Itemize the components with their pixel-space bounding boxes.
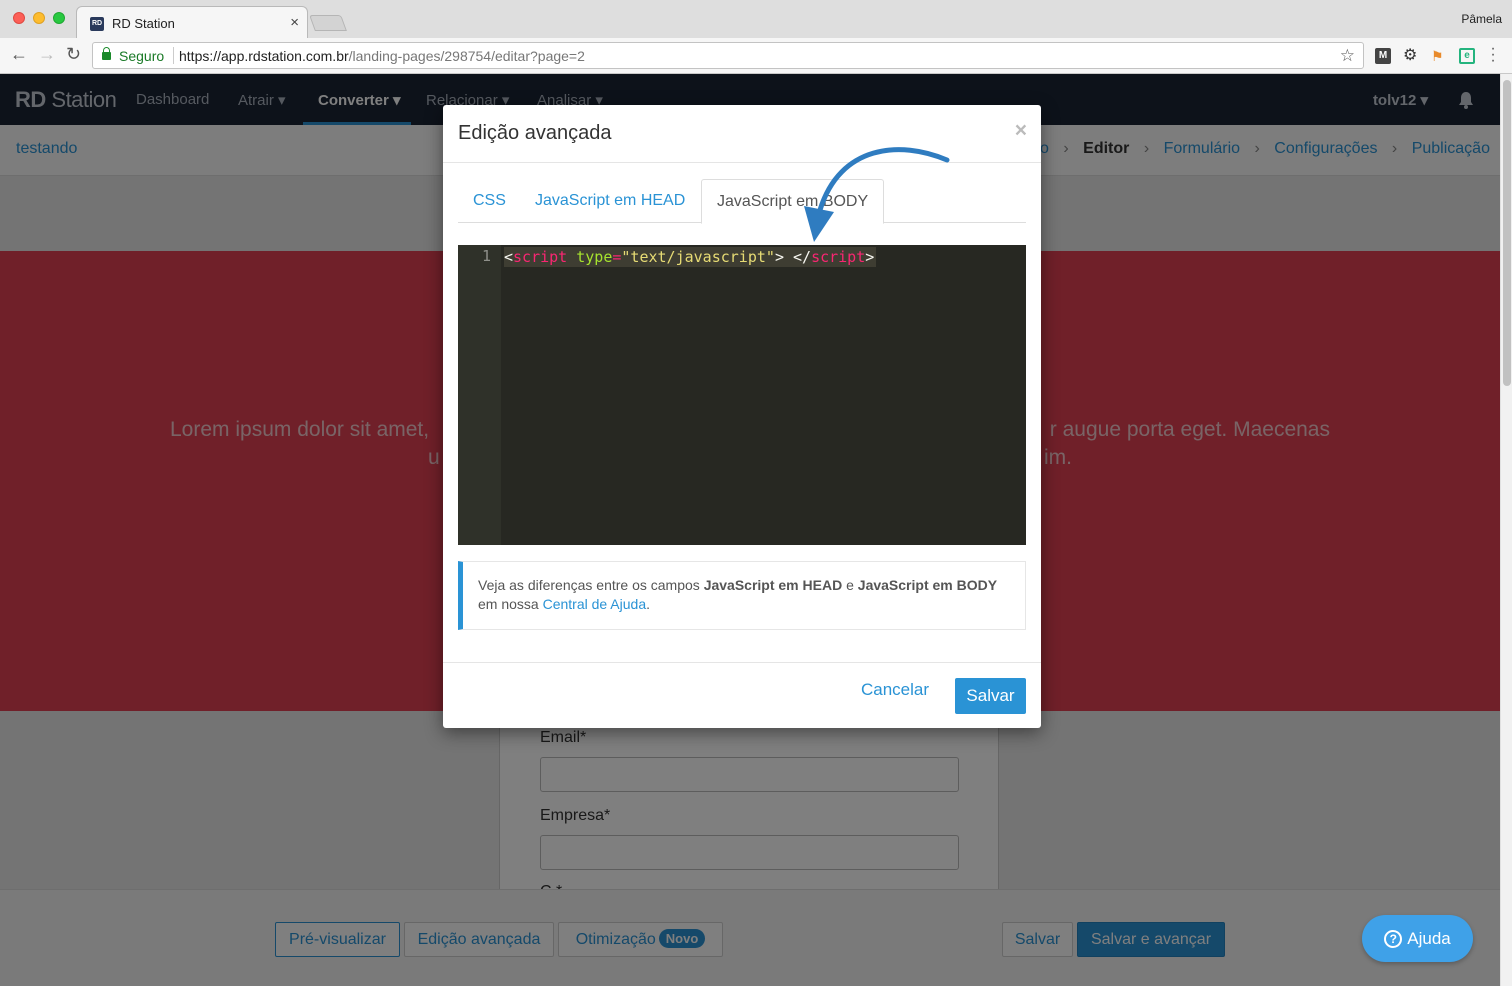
address-bar[interactable]: Seguro https://app.rdstation.com.br/land… <box>92 42 1364 69</box>
code-line[interactable]: <script type="text/javascript"> </script… <box>504 247 877 267</box>
modal-tabs: CSS JavaScript em HEAD JavaScript em BOD… <box>458 179 1026 224</box>
secure-label: Seguro <box>119 48 165 64</box>
close-icon[interactable]: × <box>1015 119 1027 143</box>
line-number: 1 <box>481 247 491 265</box>
info-suffix: . <box>646 596 651 612</box>
browser-tab[interactable]: RD RD Station × <box>76 6 308 38</box>
code-token: script <box>513 248 568 266</box>
extension-flag-icon[interactable]: ⚑ <box>1431 48 1447 64</box>
lock-icon <box>102 47 111 60</box>
extension-m-icon[interactable]: M <box>1375 48 1391 64</box>
info-bold-head: JavaScript em HEAD <box>703 577 843 593</box>
info-mid: e <box>842 577 858 593</box>
rd-favicon-icon: RD <box>90 17 104 31</box>
window-close-icon[interactable] <box>13 12 25 24</box>
info-line2-prefix: em nossa <box>478 596 543 612</box>
editor-gutter: 1 <box>458 245 501 545</box>
code-editor[interactable]: 1 <script type="text/javascript"> </scri… <box>458 245 1026 545</box>
code-token: </ <box>793 248 812 266</box>
window-minimize-icon[interactable] <box>33 12 45 24</box>
question-icon: ? <box>1384 930 1403 948</box>
help-center-link[interactable]: Central de Ajuda <box>543 596 647 612</box>
browser-profile-name[interactable]: Pâmela <box>1461 12 1502 26</box>
extension-green-icon[interactable]: e <box>1459 48 1475 64</box>
code-token: script <box>811 248 866 266</box>
url-host: https://app.rdstation.com.br <box>179 48 349 64</box>
cancel-button[interactable]: Cancelar <box>861 680 929 700</box>
code-token: > <box>865 248 875 266</box>
modal-header: Edição avançada × <box>443 105 1041 163</box>
info-text: Veja as diferenças entre os campos JavaS… <box>478 576 1018 614</box>
browser-toolbar: ← → ↻ Seguro https://app.rdstation.com.b… <box>0 38 1512 74</box>
forward-arrow-icon[interactable]: → <box>38 44 56 65</box>
code-token: < <box>504 248 514 266</box>
new-tab-button[interactable] <box>309 15 347 31</box>
tab-js-head[interactable]: JavaScript em HEAD <box>520 179 700 223</box>
url-path: /landing-pages/298754/editar?page=2 <box>348 48 585 64</box>
info-prefix: Veja as diferenças entre os campos <box>478 577 704 593</box>
advanced-edit-modal: Edição avançada × CSS JavaScript em HEAD… <box>443 105 1041 728</box>
scrollbar-thumb[interactable] <box>1503 80 1511 386</box>
extension-gear-icon[interactable]: ⚙ <box>1403 48 1419 64</box>
code-token: "text/javascript" <box>621 248 775 266</box>
page-scrollbar[interactable] <box>1500 74 1512 986</box>
back-arrow-icon[interactable]: ← <box>10 44 28 65</box>
tab-css[interactable]: CSS <box>458 179 521 223</box>
bookmark-star-icon[interactable]: ☆ <box>1340 46 1355 66</box>
info-bold-body: JavaScript em BODY <box>857 577 998 593</box>
tab-js-body[interactable]: JavaScript em BODY <box>701 179 885 224</box>
url-text[interactable]: https://app.rdstation.com.br/landing-pag… <box>179 48 585 64</box>
modal-title: Edição avançada <box>458 122 612 144</box>
tab-title: RD Station <box>112 16 175 31</box>
tab-close-icon[interactable]: × <box>290 14 299 31</box>
url-divider <box>173 47 174 64</box>
browser-tab-strip: RD RD Station × Pâmela <box>0 0 1512 38</box>
reload-icon[interactable]: ↻ <box>66 44 81 65</box>
browser-menu-icon[interactable]: · · · <box>1488 41 1498 69</box>
code-token: > <box>774 248 784 266</box>
help-label: Ajuda <box>1407 929 1451 948</box>
window-zoom-icon[interactable] <box>53 12 65 24</box>
modal-footer: Cancelar Salvar <box>443 662 1041 728</box>
modal-save-button[interactable]: Salvar <box>955 678 1026 714</box>
help-info-box: Veja as diferenças entre os campos JavaS… <box>458 561 1026 630</box>
help-button[interactable]: ? Ajuda <box>1362 915 1473 962</box>
code-token: type <box>576 248 613 266</box>
